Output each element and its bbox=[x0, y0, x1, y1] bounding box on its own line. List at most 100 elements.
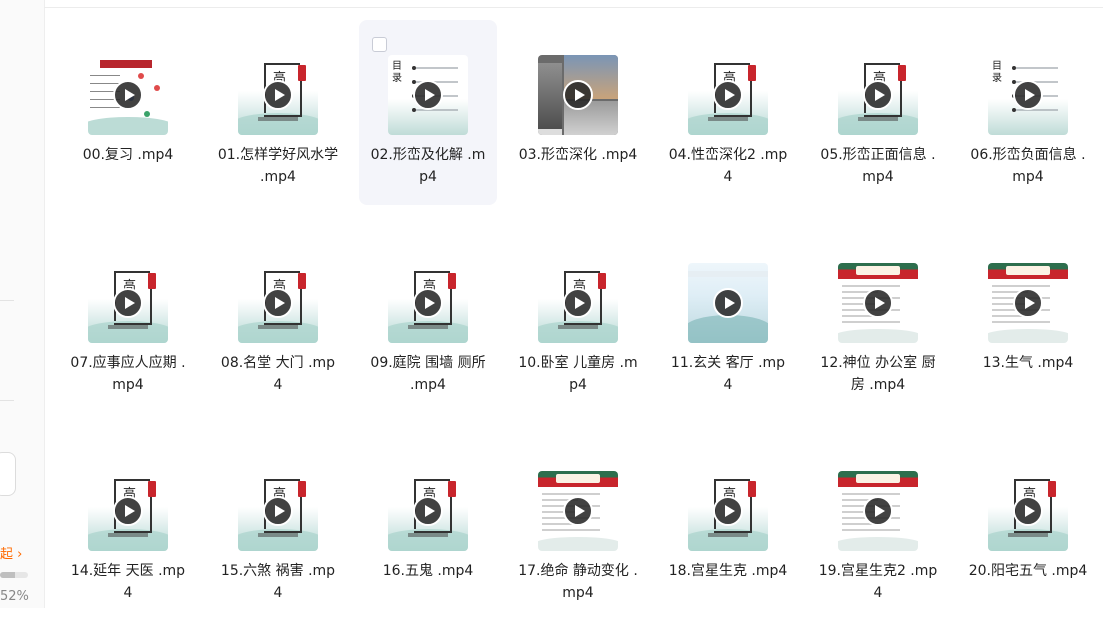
file-tile[interactable]: 高 05.形峦正面信息 .mp4 bbox=[809, 20, 947, 205]
sidebar-collapse-link[interactable]: 起 › bbox=[0, 543, 22, 562]
play-icon[interactable] bbox=[1013, 496, 1043, 526]
video-thumbnail[interactable]: 目录 bbox=[988, 55, 1068, 135]
file-tile[interactable]: 高 14.延年 天医 .mp4 bbox=[59, 436, 197, 621]
file-tile[interactable]: 高 15.六煞 祸害 .mp4 bbox=[209, 436, 347, 621]
video-thumbnail[interactable]: 高 bbox=[688, 55, 768, 135]
play-icon[interactable] bbox=[113, 496, 143, 526]
file-name[interactable]: 15.六煞 祸害 .mp4 bbox=[217, 560, 339, 604]
file-name[interactable]: 05.形峦正面信息 .mp4 bbox=[817, 144, 939, 188]
play-icon[interactable] bbox=[263, 496, 293, 526]
video-thumbnail[interactable] bbox=[838, 471, 918, 551]
video-thumbnail[interactable]: 高 bbox=[88, 471, 168, 551]
play-icon[interactable] bbox=[413, 288, 443, 318]
file-tile[interactable]: 高 16.五鬼 .mp4 bbox=[359, 436, 497, 621]
file-name[interactable]: 02.形峦及化解 .mp4 bbox=[367, 144, 489, 188]
play-icon[interactable] bbox=[713, 496, 743, 526]
file-tile[interactable]: 13.生气 .mp4 bbox=[959, 228, 1097, 413]
play-icon[interactable] bbox=[863, 80, 893, 110]
file-name[interactable]: 13.生气 .mp4 bbox=[967, 352, 1089, 374]
file-tile[interactable]: 00.复习 .mp4 bbox=[59, 20, 197, 205]
file-name[interactable]: 07.应事应人应期 .mp4 bbox=[67, 352, 189, 396]
file-tile[interactable]: 高 18.宫星生克 .mp4 bbox=[659, 436, 797, 621]
file-tile[interactable]: 03.形峦深化 .mp4 bbox=[509, 20, 647, 205]
file-name[interactable]: 14.延年 天医 .mp4 bbox=[67, 560, 189, 604]
video-thumbnail[interactable] bbox=[838, 263, 918, 343]
file-tile[interactable]: 高 10.卧室 儿童房 .mp4 bbox=[509, 228, 647, 413]
file-tile[interactable]: 17.绝命 静动变化 .mp4 bbox=[509, 436, 647, 621]
thumb-seal bbox=[598, 273, 606, 289]
storage-progress-bar bbox=[0, 572, 28, 578]
video-thumbnail[interactable] bbox=[688, 263, 768, 343]
play-icon[interactable] bbox=[563, 288, 593, 318]
thumb-ribbon bbox=[1006, 266, 1050, 275]
video-thumbnail[interactable]: 高 bbox=[238, 471, 318, 551]
file-tile[interactable]: 高 07.应事应人应期 .mp4 bbox=[59, 228, 197, 413]
play-icon[interactable] bbox=[713, 80, 743, 110]
thumb-seal bbox=[298, 481, 306, 497]
file-tile[interactable]: 11.玄关 客厅 .mp4 bbox=[659, 228, 797, 413]
file-name[interactable]: 20.阳宅五气 .mp4 bbox=[967, 560, 1089, 582]
video-thumbnail[interactable]: 高 bbox=[988, 471, 1068, 551]
sidebar-card[interactable] bbox=[0, 452, 16, 496]
thumb-node bbox=[138, 73, 144, 79]
play-icon[interactable] bbox=[863, 288, 893, 318]
video-thumbnail[interactable]: 目录 bbox=[388, 55, 468, 135]
play-icon[interactable] bbox=[713, 288, 743, 318]
play-icon[interactable] bbox=[263, 80, 293, 110]
play-icon[interactable] bbox=[113, 80, 143, 110]
file-name[interactable]: 08.名堂 大门 .mp4 bbox=[217, 352, 339, 396]
video-thumbnail[interactable]: 高 bbox=[238, 55, 318, 135]
file-tile[interactable]: 19.宫星生克2 .mp4 bbox=[809, 436, 947, 621]
play-icon[interactable] bbox=[1013, 288, 1043, 318]
file-tile[interactable]: 高 09.庭院 围墙 厕所 .mp4 bbox=[359, 228, 497, 413]
play-icon[interactable] bbox=[413, 496, 443, 526]
file-name[interactable]: 16.五鬼 .mp4 bbox=[367, 560, 489, 582]
file-name[interactable]: 18.宫星生克 .mp4 bbox=[667, 560, 789, 582]
file-tile[interactable]: 目录 02.形峦及化解 .mp4 bbox=[359, 20, 497, 205]
video-thumbnail[interactable]: 高 bbox=[388, 471, 468, 551]
thumb-seal bbox=[898, 65, 906, 81]
sidebar-divider bbox=[0, 300, 14, 301]
play-icon[interactable] bbox=[263, 288, 293, 318]
file-tile[interactable]: 高 08.名堂 大门 .mp4 bbox=[209, 228, 347, 413]
file-name[interactable]: 12.神位 办公室 厨房 .mp4 bbox=[817, 352, 939, 396]
file-name[interactable]: 03.形峦深化 .mp4 bbox=[517, 144, 639, 166]
video-thumbnail[interactable]: 高 bbox=[538, 263, 618, 343]
play-icon[interactable] bbox=[1013, 80, 1043, 110]
thumb-ribbon bbox=[856, 474, 900, 483]
video-thumbnail[interactable] bbox=[88, 55, 168, 135]
video-thumbnail[interactable]: 高 bbox=[238, 263, 318, 343]
file-name[interactable]: 09.庭院 围墙 厕所 .mp4 bbox=[367, 352, 489, 396]
file-tile[interactable]: 目录 06.形峦负面信息 .mp4 bbox=[959, 20, 1097, 205]
video-thumbnail[interactable]: 高 bbox=[838, 55, 918, 135]
file-name[interactable]: 04.性峦深化2 .mp4 bbox=[667, 144, 789, 188]
video-thumbnail[interactable]: 高 bbox=[688, 471, 768, 551]
thumb-band bbox=[688, 271, 768, 277]
file-name[interactable]: 19.宫星生克2 .mp4 bbox=[817, 560, 939, 604]
video-thumbnail[interactable] bbox=[988, 263, 1068, 343]
video-thumbnail[interactable] bbox=[538, 471, 618, 551]
file-tile[interactable]: 高 04.性峦深化2 .mp4 bbox=[659, 20, 797, 205]
play-icon[interactable] bbox=[563, 496, 593, 526]
thumb-header bbox=[100, 60, 152, 68]
file-name[interactable]: 10.卧室 儿童房 .mp4 bbox=[517, 352, 639, 396]
thumb-text-line bbox=[992, 285, 1050, 287]
play-icon[interactable] bbox=[863, 496, 893, 526]
play-icon[interactable] bbox=[113, 288, 143, 318]
play-icon[interactable] bbox=[413, 80, 443, 110]
thumb-bar bbox=[408, 325, 448, 329]
play-icon[interactable] bbox=[563, 80, 593, 110]
file-tile[interactable]: 高 20.阳宅五气 .mp4 bbox=[959, 436, 1097, 621]
video-thumbnail[interactable] bbox=[538, 55, 618, 135]
file-name[interactable]: 11.玄关 客厅 .mp4 bbox=[667, 352, 789, 396]
thumb-seal bbox=[748, 65, 756, 81]
file-name[interactable]: 06.形峦负面信息 .mp4 bbox=[967, 144, 1089, 188]
file-name[interactable]: 00.复习 .mp4 bbox=[67, 144, 189, 166]
file-name[interactable]: 01.怎样学好风水学 .mp4 bbox=[217, 144, 339, 188]
video-thumbnail[interactable]: 高 bbox=[88, 263, 168, 343]
file-tile[interactable]: 高 01.怎样学好风水学 .mp4 bbox=[209, 20, 347, 205]
select-checkbox[interactable] bbox=[372, 37, 387, 52]
file-tile[interactable]: 12.神位 办公室 厨房 .mp4 bbox=[809, 228, 947, 413]
file-name[interactable]: 17.绝命 静动变化 .mp4 bbox=[517, 560, 639, 604]
video-thumbnail[interactable]: 高 bbox=[388, 263, 468, 343]
